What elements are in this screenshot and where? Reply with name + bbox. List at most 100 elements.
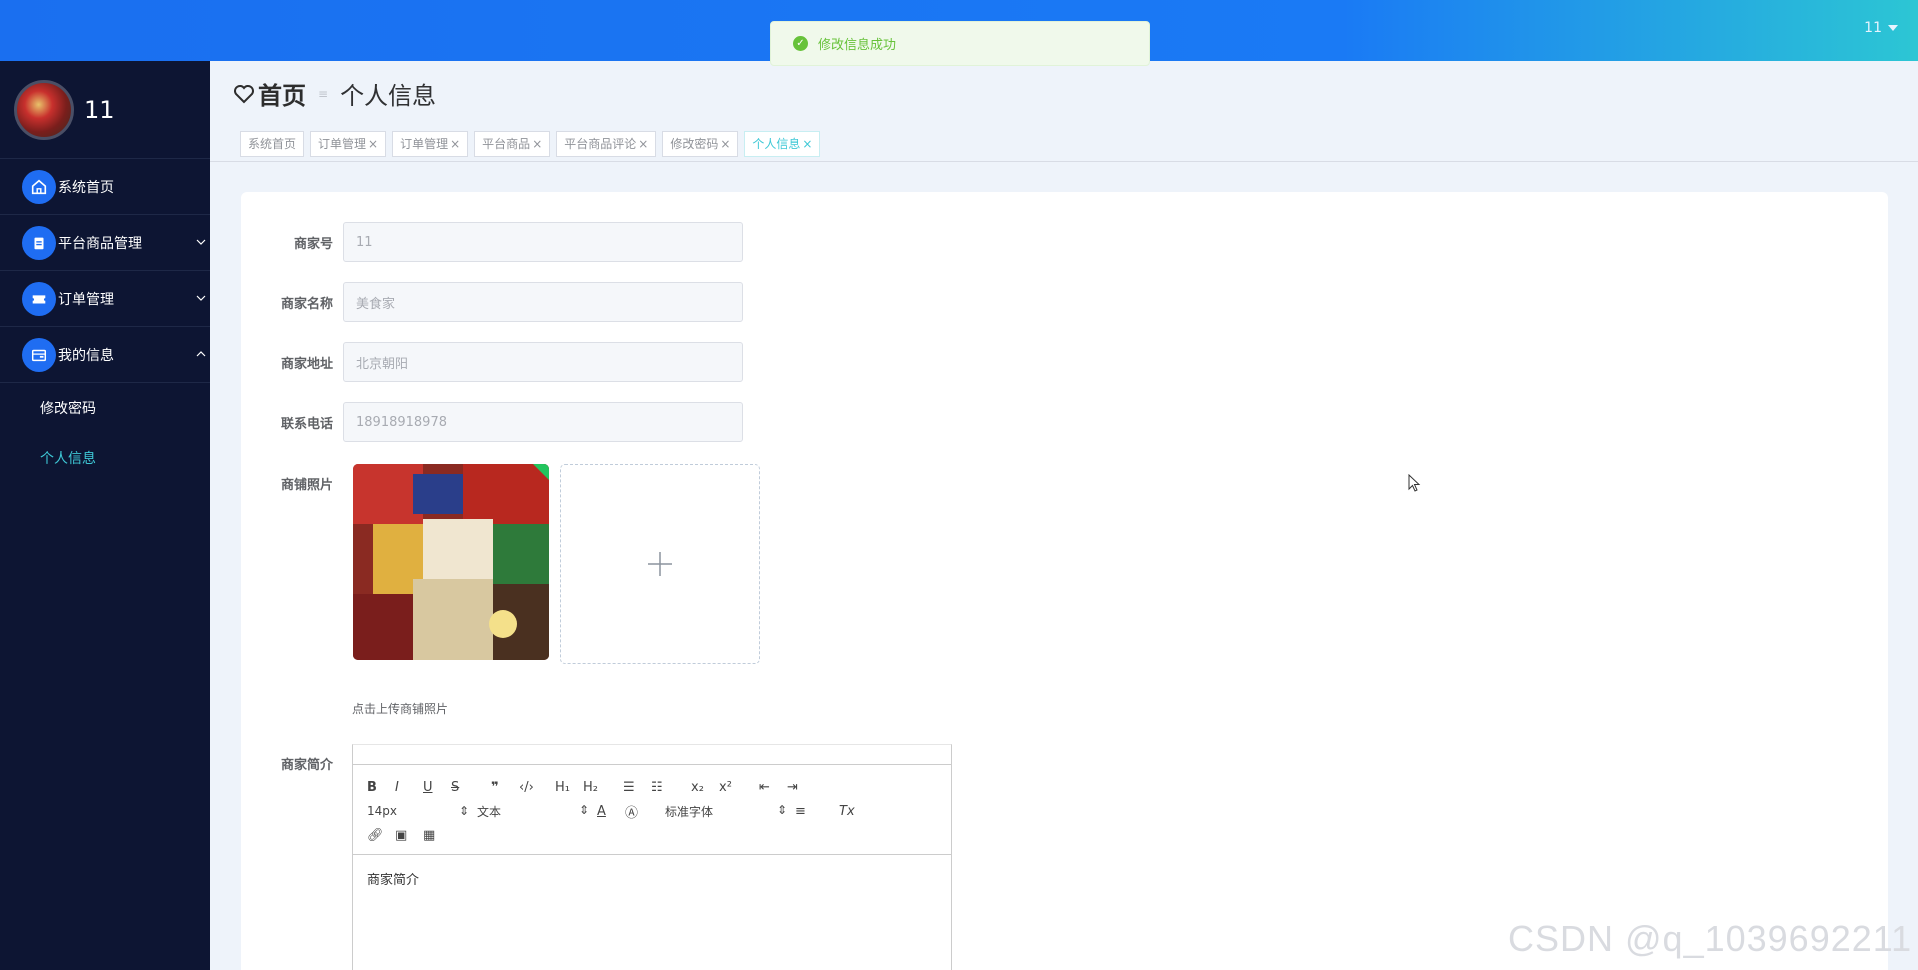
field-label: 联系电话 [280,416,333,432]
tab-label: 个人信息 [752,137,801,151]
tab-orders-2[interactable]: 订单管理 × [392,130,469,157]
sidebar-item-platform-goods[interactable]: 平台商品管理 [0,215,210,271]
indent-decrease-icon[interactable]: ⇤ [759,780,787,795]
breadcrumb: 首页 ≡ 个人信息 [210,61,1918,126]
sidebar-subitem-change-password[interactable]: 修改密码 [0,383,210,433]
updown-icon: ⇕ [578,802,589,817]
clipboard-icon [22,225,56,260]
tab-label: 平台商品评论 [564,137,637,151]
close-icon[interactable]: × [802,137,812,151]
updown-icon: ⇕ [458,804,469,818]
merchant-no-input[interactable]: 11 [343,222,743,262]
ordered-list-icon[interactable]: ☰ [623,780,651,795]
tab-label: 订单管理 [400,137,449,151]
font-color-icon[interactable]: A [597,804,625,819]
main-content: 首页 ≡ 个人信息 系统首页 订单管理 × 订单管理 × 平台商品 × 平台商品评论 ×… [210,61,1918,970]
chevron-down-icon [196,295,206,301]
bullet-list-icon[interactable]: ☷ [651,780,691,795]
heart-icon [234,84,254,103]
mouse-cursor-icon [1408,474,1421,492]
tab-home[interactable]: 系统首页 [240,130,305,157]
sidebar-item-my-info[interactable]: 我的信息 [0,327,210,383]
merchant-name-input[interactable]: 美食家 [343,282,743,322]
sidebar-item-orders[interactable]: 订单管理 [0,271,210,327]
tab-personal-info[interactable]: 个人信息 × [744,130,821,157]
italic-icon[interactable]: I [395,780,423,795]
bold-icon[interactable]: B [367,780,395,795]
tab-label: 修改密码 [670,137,719,151]
tab-label: 平台商品 [482,137,531,151]
toast-message: 修改信息成功 [818,38,897,53]
chevron-down-icon [196,239,206,245]
field-label: 商家号 [293,236,333,252]
font-size-value: 14px [367,804,397,818]
paragraph-select[interactable]: 文本 ⇕ [477,803,597,820]
breadcrumb-current: 个人信息 [340,82,437,110]
breadcrumb-home-label: 首页 [258,82,306,110]
tab-label: 订单管理 [318,137,367,151]
tab-orders[interactable]: 订单管理 × [310,130,387,157]
link-icon[interactable]: 🔗︎ [367,828,395,843]
sidebar-item-home[interactable]: 系统首页 [0,159,210,215]
watermark: CSDN @q_1039692211 [1508,918,1913,959]
blockquote-icon[interactable]: ❞ [491,780,519,795]
merchant-address-input[interactable]: 北京朝阳 [343,342,743,382]
image-icon[interactable]: ▣ [395,828,423,843]
form-row-intro: 商家简介 [271,754,343,773]
user-dropdown[interactable]: 11 [1864,20,1898,36]
close-icon[interactable]: × [638,137,648,151]
sidebar-item-label: 平台商品管理 [58,235,142,252]
editor-content[interactable]: 商家简介 [353,855,951,902]
sidebar-profile: 11 [0,61,210,159]
tab-change-password[interactable]: 修改密码 × [662,130,739,157]
font-family-select[interactable]: 标准字体 ⇕ [665,803,795,820]
sidebar-item-label: 我的信息 [58,347,114,364]
close-icon[interactable]: × [368,137,378,151]
form-row-merchant-no: 商家号 11 [271,222,743,262]
background-color-icon[interactable]: Ⓐ [625,802,665,821]
sidebar-subitem-personal-info[interactable]: 个人信息 [0,433,210,483]
photo-upload-button[interactable] [560,464,760,664]
header-2-icon[interactable]: H₂ [583,780,623,795]
tab-goods-reviews[interactable]: 平台商品评论 × [556,130,657,157]
code-block-icon[interactable]: ‹/› [519,780,555,795]
field-label: 商家地址 [280,356,333,372]
breadcrumb-home[interactable]: 首页 [232,76,306,111]
profile-name: 11 [84,95,115,124]
check-circle-icon: ✓ [793,36,808,51]
tab-label: 系统首页 [248,137,297,151]
sidebar-item-label: 系统首页 [58,179,114,196]
close-icon[interactable]: × [720,137,730,151]
superscript-icon[interactable]: x² [719,780,759,795]
shop-photo[interactable] [353,464,549,660]
success-toast: ✓ 修改信息成功 [770,21,1150,66]
editor-toolbar: B I U S ❞ ‹/› H₁ H₂ ☰ ☷ x₂ x² ⇤ ⇥ 14px ⇕… [353,765,951,855]
close-icon[interactable]: × [450,137,460,151]
field-label: 商家简介 [280,758,333,773]
form-row-merchant-address: 商家地址 北京朝阳 [271,342,743,382]
home-icon [22,169,56,204]
plus-icon [648,552,672,576]
underline-icon[interactable]: U [423,780,451,795]
tab-platform-goods[interactable]: 平台商品 × [474,130,551,157]
field-label: 商铺照片 [280,478,333,493]
header-1-icon[interactable]: H₁ [555,780,583,795]
close-icon[interactable]: × [532,137,542,151]
form-row-photo: 商铺照片 [271,474,343,493]
video-icon[interactable]: ▦ [423,828,451,843]
chevron-up-icon [196,351,206,357]
tags-view: 系统首页 订单管理 × 订单管理 × 平台商品 × 平台商品评论 × 修改密码 × 个人信… [210,126,1918,162]
font-size-select[interactable]: 14px ⇕ [367,804,477,818]
subscript-icon[interactable]: x₂ [691,780,719,795]
indent-increase-icon[interactable]: ⇥ [787,780,815,795]
wallet-icon [22,337,56,372]
sidebar-item-label: 订单管理 [58,291,114,308]
form-card: 商家号 11 商家名称 美食家 商家地址 北京朝阳 联系电话 189189189… [241,192,1888,970]
ticket-icon [22,281,56,316]
strike-icon[interactable]: S [451,780,491,795]
align-icon[interactable]: ≡ [795,804,839,819]
clear-format-icon[interactable]: Tx [839,804,867,819]
breadcrumb-separator: ≡ [318,86,329,101]
updown-icon: ⇕ [776,802,787,817]
phone-input[interactable]: 18918918978 [343,402,743,442]
